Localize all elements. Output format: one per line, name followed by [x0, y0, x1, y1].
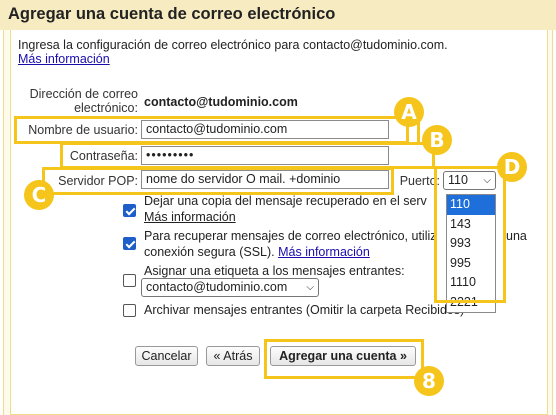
annotation-badge-c: C	[24, 180, 54, 210]
ssl-text-line2: conexión segura (SSL). Más información	[144, 244, 370, 260]
annotation-badge-b: B	[422, 125, 452, 155]
ssl-checkbox[interactable]	[123, 237, 136, 250]
label-select[interactable]: contacto@tudominio.com ⌵	[141, 278, 319, 297]
label-text: Asignar una etiqueta a los mensajes entr…	[144, 264, 405, 278]
email-label-line1: Dirección de correo	[29, 87, 138, 101]
leave-copy-more-info-link[interactable]: Más información	[144, 209, 236, 225]
leave-copy-text: Dejar una copia del mensaje recuperado e…	[144, 194, 427, 208]
highlight-port	[434, 166, 506, 303]
highlight-username	[14, 116, 409, 144]
label-checkbox[interactable]	[123, 274, 136, 287]
dialog-title: Agregar una cuenta de correo electrónico	[8, 5, 336, 23]
leave-copy-checkbox[interactable]	[123, 204, 136, 217]
email-label-line2: electrónico:	[74, 101, 138, 115]
email-value: contacto@tudominio.com	[144, 95, 298, 109]
ssl-more-info-link[interactable]: Más información	[278, 245, 370, 259]
cancel-button[interactable]: Cancelar	[135, 346, 198, 366]
chevron-down-icon: ⌵	[306, 282, 314, 293]
ssl-text-line1-tail: una	[506, 229, 527, 243]
intro-text: Ingresa la configuración de correo elect…	[18, 38, 448, 52]
archive-text: Archivar mensajes entrantes (Omitir la c…	[144, 303, 465, 317]
email-label: Dirección de correo electrónico:	[20, 87, 138, 115]
archive-checkbox[interactable]	[123, 304, 136, 317]
annotation-badge-8: 8	[414, 366, 444, 396]
highlight-add-account	[264, 339, 424, 379]
label-select-value: contacto@tudominio.com	[146, 280, 288, 294]
dialog-titlebar: Agregar una cuenta de correo electrónico	[0, 0, 556, 30]
highlight-password	[60, 142, 435, 169]
highlight-pop-server	[42, 167, 394, 195]
annotation-badge-a: A	[394, 97, 424, 127]
more-info-link[interactable]: Más información	[18, 52, 110, 66]
annotation-badge-d: D	[497, 152, 527, 182]
ssl-text-secure: conexión segura (SSL).	[144, 245, 275, 259]
ssl-text-line1: Para recuperar mensajes de correo electr…	[144, 229, 437, 243]
back-button[interactable]: « Atrás	[206, 346, 260, 366]
